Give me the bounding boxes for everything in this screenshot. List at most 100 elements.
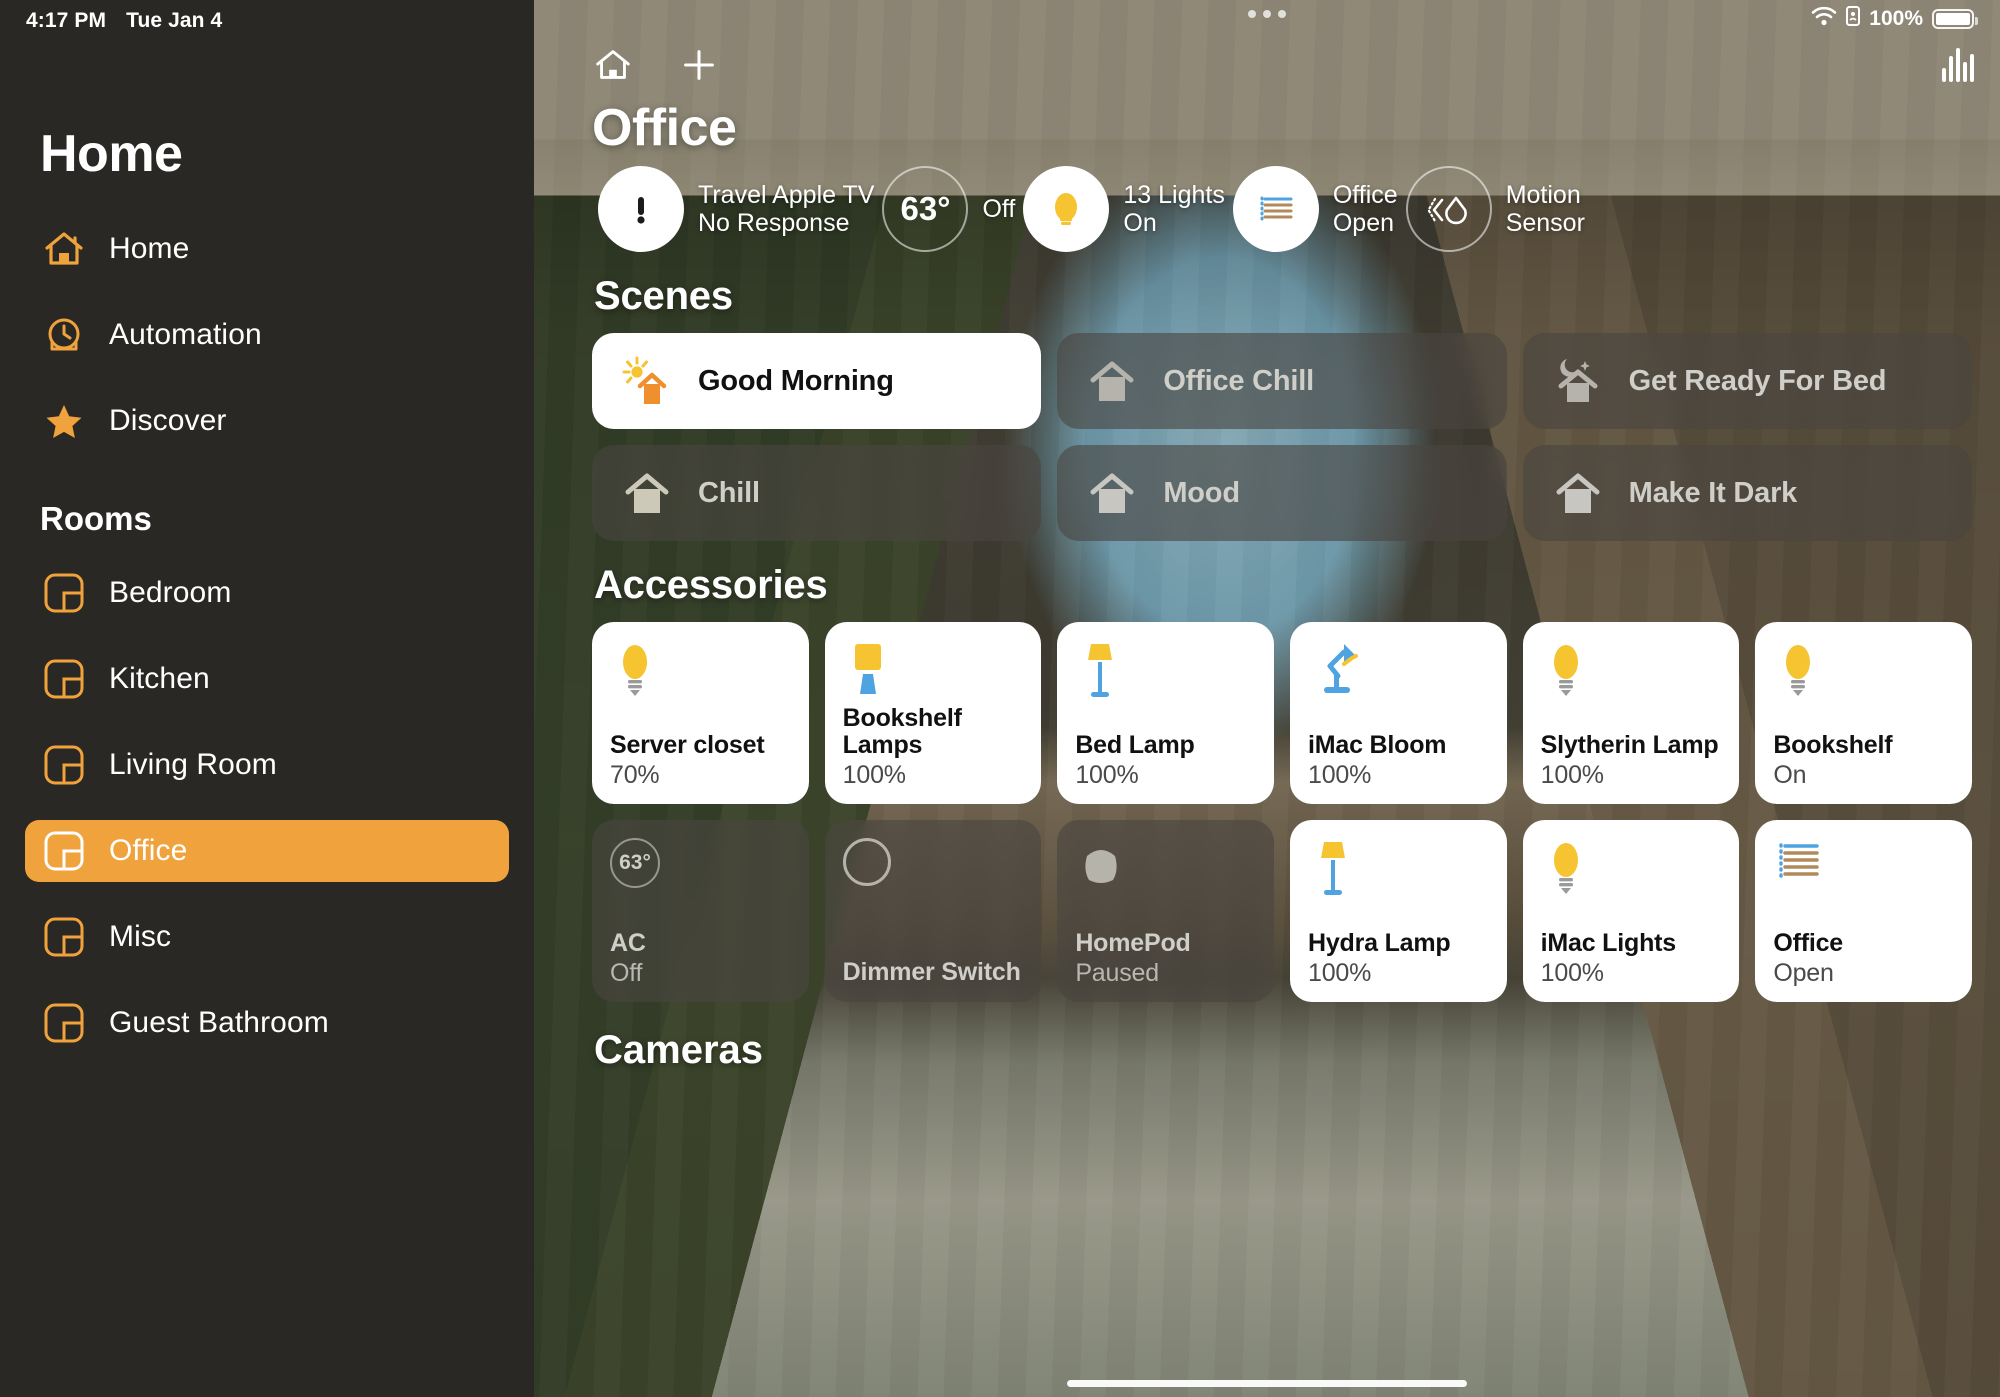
handle-dot	[1248, 10, 1256, 18]
accessory-text: Bed Lamp 100%	[1075, 732, 1256, 790]
scene-label: Make It Dark	[1628, 476, 1798, 509]
lightbulb-icon	[1023, 166, 1110, 252]
accessory-imac-bloom[interactable]: iMac Bloom 100%	[1290, 622, 1507, 804]
sidebar-item-label: Automation	[109, 318, 262, 351]
accessory-homepod[interactable]: HomePod Paused	[1057, 820, 1274, 1002]
sidebar-rooms-label: Rooms	[40, 500, 152, 537]
floor-lamp-icon	[1075, 640, 1256, 702]
room-icon	[41, 1000, 87, 1046]
accessory-text: HomePod Paused	[1075, 930, 1256, 988]
scene-good-morning[interactable]: Good Morning	[592, 333, 1042, 429]
scene-mood[interactable]: Mood	[1057, 445, 1507, 541]
accessory-text: Slytherin Lamp 100%	[1541, 732, 1722, 790]
accessory-state: 100%	[1075, 761, 1139, 789]
accessory-ac[interactable]: 63° AC Off	[592, 820, 809, 1002]
accessory-imac-lights[interactable]: iMac Lights 100%	[1522, 820, 1740, 1002]
sidebar-item-discover[interactable]: Discover	[25, 390, 509, 452]
accessory-name: Bed Lamp	[1075, 731, 1195, 759]
scene-get-ready-for-bed[interactable]: Get Ready For Bed	[1522, 333, 1972, 429]
room-icon	[41, 914, 87, 960]
status-line-2: On	[1123, 209, 1157, 237]
accessory-server-closet[interactable]: Server closet 70%	[592, 622, 809, 804]
accessory-dimmer-switch[interactable]: Dimmer Switch	[824, 820, 1042, 1002]
sidebar-item-kitchen[interactable]: Kitchen	[25, 648, 509, 710]
accessory-name: iMac Lights	[1540, 929, 1677, 957]
room-detail-panel: 100% Office Travel Apple TV No Response …	[534, 0, 2000, 1397]
accessory-state: 100%	[1540, 761, 1604, 789]
multitasking-handle[interactable]	[1248, 10, 1286, 18]
status-blinds[interactable]: Office Open	[1232, 166, 1406, 252]
plus-icon[interactable]	[676, 42, 722, 88]
accessory-state: 100%	[1540, 959, 1604, 987]
status-line-1: Travel Apple TV	[698, 181, 875, 209]
thermostat-temperature: 63°	[610, 838, 660, 888]
accessory-name: iMac Bloom	[1308, 731, 1447, 759]
sidebar-item-living-room[interactable]: Living Room	[25, 734, 509, 796]
scene-label: Chill	[698, 476, 760, 509]
scene-office-chill[interactable]: Office Chill	[1057, 333, 1507, 429]
status-bar-left: 4:17 PM Tue Jan 4	[26, 9, 222, 33]
battery-icon	[1932, 9, 1978, 29]
accessory-state: On	[1773, 761, 1807, 789]
sidebar-item-automation[interactable]: Automation	[25, 304, 509, 366]
sidebar-item-label: Kitchen	[109, 662, 210, 695]
sidebar-item-misc[interactable]: Misc	[25, 906, 509, 968]
accessory-text: Server closet 70%	[610, 732, 791, 790]
house-icon[interactable]	[590, 42, 636, 88]
accessories-grid-row-2: 63° AC Off Dimmer Switch HomePod Paused …	[564, 820, 2000, 1002]
house-icon	[620, 466, 674, 520]
thermostat-icon: 63°	[882, 166, 969, 252]
page-title: Office	[592, 99, 737, 157]
status-label: Office Open	[1333, 181, 1398, 237]
lightbulb-icon	[1773, 640, 1954, 702]
status-thermostat[interactable]: 63° Off	[882, 166, 1023, 252]
portrait-lock-icon	[1846, 6, 1861, 32]
sidebar-item-label: Discover	[109, 404, 227, 437]
accessory-name: Dimmer Switch	[842, 958, 1021, 986]
house-icon	[41, 226, 87, 272]
sidebar-item-label: Living Room	[109, 748, 277, 781]
sidebar-item-label: Office	[109, 834, 188, 867]
status-motion-sensor[interactable]: Motion Sensor	[1405, 166, 1593, 252]
star-icon	[41, 398, 87, 444]
scene-make-it-dark[interactable]: Make It Dark	[1522, 445, 1972, 541]
room-status-summary: Travel Apple TV No Response 63° Off 13 L…	[564, 166, 2000, 252]
accessory-state: 70%	[610, 761, 660, 789]
accessory-state: 100%	[842, 761, 906, 789]
status-travel-apple-tv[interactable]: Travel Apple TV No Response	[598, 166, 882, 252]
scene-label: Mood	[1163, 476, 1240, 509]
sidebar-item-guest-bathroom[interactable]: Guest Bathroom	[25, 992, 509, 1054]
home-indicator[interactable]	[1067, 1380, 1467, 1387]
room-icon	[41, 742, 87, 788]
sidebar-item-home[interactable]: Home	[25, 218, 509, 280]
sidebar-title: Home	[40, 125, 183, 183]
accessory-bookshelf[interactable]: Bookshelf On	[1755, 622, 1972, 804]
status-label: 13 Lights On	[1123, 181, 1224, 237]
status-line-1: 13 Lights	[1123, 181, 1225, 209]
accessory-bookshelf-lamps[interactable]: Bookshelf Lamps 100%	[824, 622, 1042, 804]
status-lights[interactable]: 13 Lights On	[1023, 166, 1232, 252]
accessory-hydra-lamp[interactable]: Hydra Lamp 100%	[1290, 820, 1507, 1002]
accessory-text: Bookshelf On	[1773, 732, 1954, 790]
accessory-bed-lamp[interactable]: Bed Lamp 100%	[1057, 622, 1274, 804]
house-icon	[1085, 354, 1139, 408]
app-screen: 4:17 PM Tue Jan 4 Home Home Automation D…	[0, 0, 2000, 1397]
status-label: Motion Sensor	[1506, 181, 1585, 237]
wifi-icon	[1811, 6, 1837, 32]
moon-house-icon	[1551, 354, 1605, 408]
accessory-office-blinds[interactable]: Office Open	[1755, 820, 1972, 1002]
sidebar-item-bedroom[interactable]: Bedroom	[25, 562, 509, 624]
accessory-text: AC Off	[610, 930, 791, 988]
scene-label: Good Morning	[698, 364, 894, 397]
scene-chill[interactable]: Chill	[592, 445, 1042, 541]
accessory-state: Open	[1773, 959, 1834, 987]
accessory-name: Server closet	[610, 731, 765, 759]
accessory-state: Paused	[1075, 959, 1159, 987]
audio-levels-icon[interactable]	[1942, 48, 1974, 82]
accessory-slytherin-lamp[interactable]: Slytherin Lamp 100%	[1522, 622, 1740, 804]
desk-lamp-icon	[1308, 640, 1489, 702]
handle-dot	[1263, 10, 1271, 18]
sidebar-item-office[interactable]: Office	[25, 820, 509, 882]
status-line-1: Office	[1332, 181, 1398, 209]
status-line-2: Sensor	[1505, 209, 1585, 237]
